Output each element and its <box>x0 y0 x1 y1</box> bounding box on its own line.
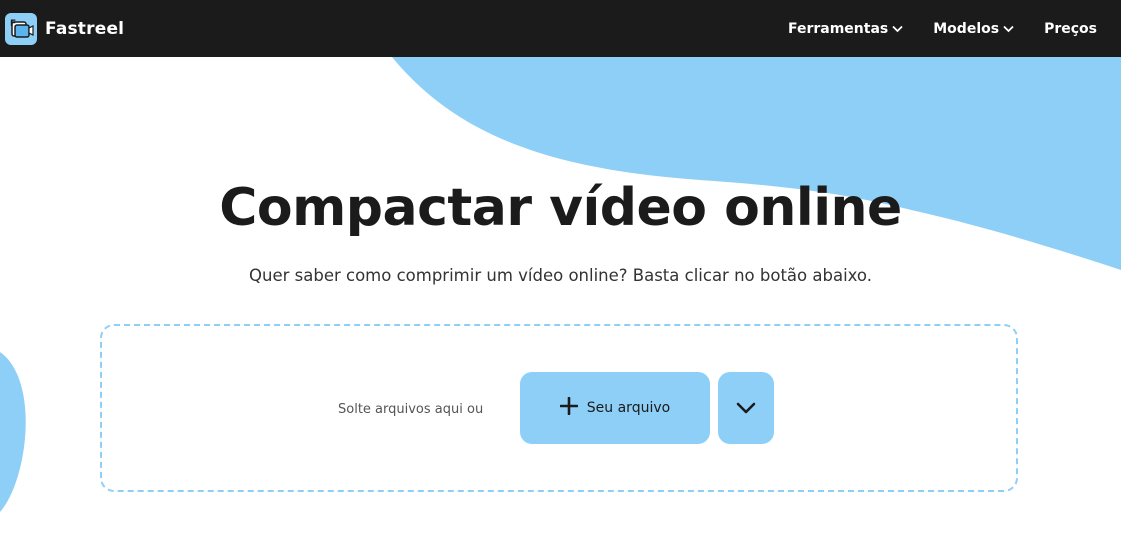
file-dropzone[interactable]: Solte arquivos aqui ou Seu arquivo <box>100 324 1018 492</box>
nav-item-precos[interactable]: Preços <box>1044 21 1097 37</box>
chevron-down-icon <box>736 399 756 418</box>
upload-button-label: Seu arquivo <box>586 400 671 416</box>
logo-letter: F <box>10 19 16 29</box>
upload-file-button[interactable]: Seu arquivo <box>520 372 710 444</box>
plus-icon <box>559 396 579 419</box>
nav-item-ferramentas[interactable]: Ferramentas <box>788 21 903 37</box>
upload-source-menu-button[interactable] <box>718 372 774 444</box>
background-wave-shape <box>392 57 1121 270</box>
brand-link[interactable]: F Fastreel <box>5 12 125 45</box>
fastreel-logo-icon: F <box>5 12 37 45</box>
brand-name: Fastreel <box>45 18 125 39</box>
nav-item-label: Ferramentas <box>787 20 889 37</box>
page-title: Compactar vídeo online <box>219 178 902 238</box>
background-circle-shape <box>0 352 26 512</box>
nav-item-label: Preços <box>1044 20 1097 37</box>
main-nav: Ferramentas Modelos Preços <box>758 21 1097 37</box>
page-subtitle: Quer saber como comprimir um vídeo onlin… <box>249 266 872 285</box>
top-navigation-bar: F Fastreel Ferramentas Modelos Preços <box>0 0 1121 57</box>
nav-item-label: Modelos <box>933 20 1000 37</box>
chevron-down-icon <box>892 21 903 37</box>
nav-item-modelos[interactable]: Modelos <box>933 21 1014 37</box>
chevron-down-icon <box>1003 21 1014 37</box>
drop-instructions: Solte arquivos aqui ou <box>338 402 484 417</box>
